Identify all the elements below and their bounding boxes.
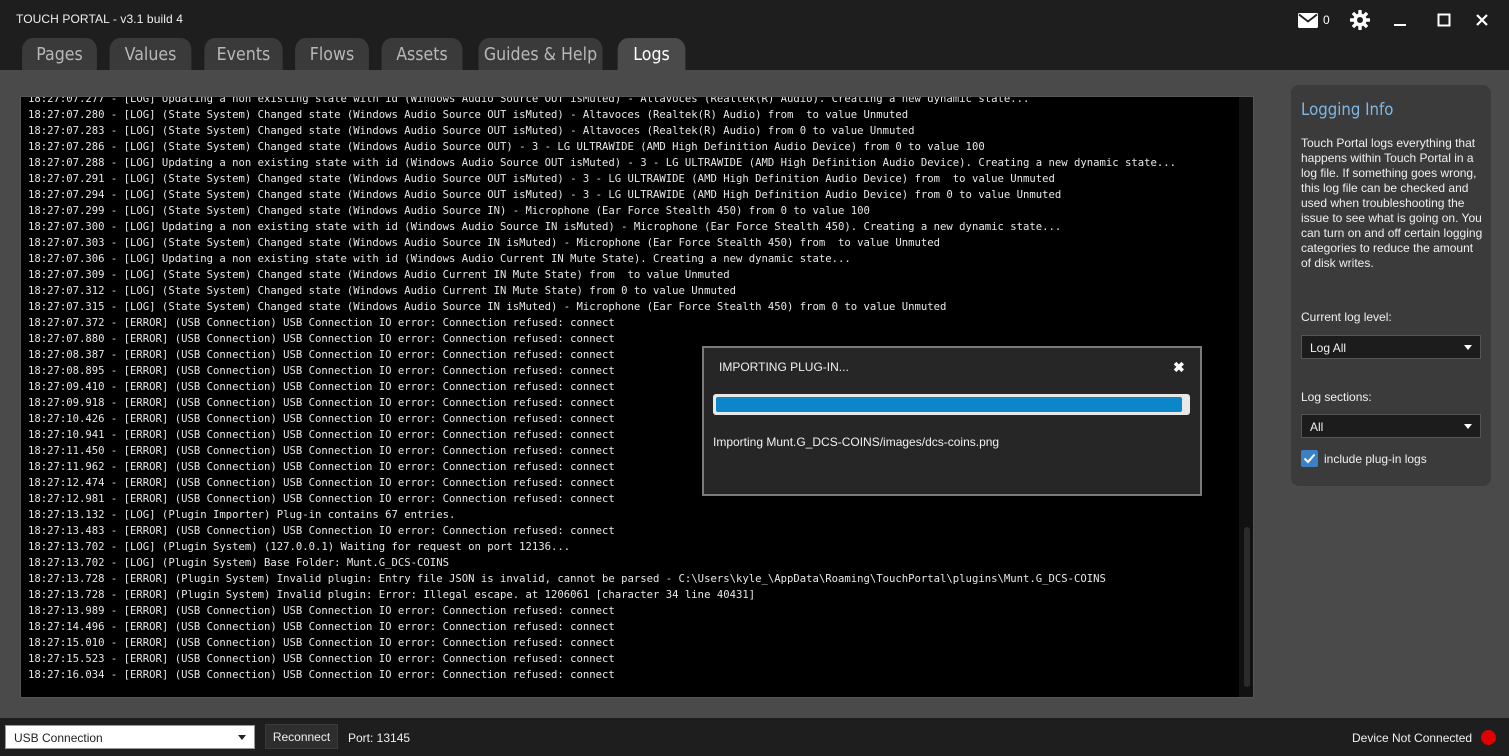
log-line: 18:27:13.483 - [ERROR] (USB Connection) … — [28, 525, 615, 537]
log-line: 18:27:13.989 - [ERROR] (USB Connection) … — [28, 605, 615, 617]
log-line: 18:27:07.315 - [LOG] (State System) Chan… — [28, 301, 947, 313]
log-line: 18:27:07.372 - [ERROR] (USB Connection) … — [28, 317, 615, 329]
log-line: 18:27:15.523 - [ERROR] (USB Connection) … — [28, 653, 615, 665]
log-line: 18:27:07.312 - [LOG] (State System) Chan… — [28, 285, 736, 297]
close-icon[interactable] — [1472, 8, 1492, 32]
maximize-icon[interactable] — [1434, 8, 1454, 32]
tab-logs[interactable]: Logs — [617, 38, 686, 70]
log-line: 18:27:15.010 - [ERROR] (USB Connection) … — [28, 637, 615, 649]
device-status-text: Device Not Connected — [1352, 731, 1473, 745]
log-line: 18:27:07.303 - [LOG] (State System) Chan… — [28, 237, 941, 249]
port-text: Port: 13145 — [348, 731, 411, 745]
log-line: 18:27:07.291 - [LOG] (State System) Chan… — [28, 173, 1055, 185]
import-progress-fill — [716, 397, 1182, 412]
checkmark-icon — [1303, 453, 1316, 464]
chevron-down-icon — [238, 735, 246, 740]
log-line: 18:27:07.299 - [LOG] (State System) Chan… — [28, 205, 870, 217]
tab-flows[interactable]: Flows — [295, 38, 369, 70]
device-status-indicator — [1481, 730, 1496, 745]
log-line: 18:27:07.283 - [LOG] (State System) Chan… — [28, 125, 915, 137]
logging-info-title: Logging Info — [1301, 100, 1394, 120]
log-level-value: Log All — [1310, 341, 1347, 355]
include-plugin-logs-checkbox[interactable] — [1301, 450, 1318, 467]
import-progress-bar — [713, 394, 1190, 415]
import-plugin-dialog: IMPORTING PLUG-IN... ✖ Importing Munt.G_… — [702, 346, 1202, 496]
log-line: 18:27:07.294 - [LOG] (State System) Chan… — [28, 189, 1062, 201]
log-line: 18:27:13.728 - [ERROR] (Plugin System) I… — [28, 589, 756, 601]
status-bar: USB Connection Reconnect Port: 13145 Dev… — [0, 718, 1509, 756]
connection-type-select[interactable]: USB Connection — [5, 725, 255, 749]
log-scrollbar-thumb[interactable] — [1244, 527, 1250, 687]
include-plugin-logs-label: include plug-in logs — [1324, 452, 1427, 466]
log-sections-label: Log sections: — [1301, 390, 1372, 404]
connection-type-value: USB Connection — [14, 731, 103, 745]
import-status-text: Importing Munt.G_DCS-COINS/images/dcs-co… — [713, 435, 1000, 449]
close-icon[interactable]: ✖ — [1173, 359, 1185, 376]
chevron-down-icon — [1464, 345, 1472, 350]
log-level-select[interactable]: Log All — [1301, 335, 1481, 359]
log-line: 18:27:14.496 - [ERROR] (USB Connection) … — [28, 621, 615, 633]
log-line: 18:27:07.286 - [LOG] (State System) Chan… — [28, 141, 985, 153]
tab-events[interactable]: Events — [204, 38, 283, 70]
log-line: 18:27:07.277 - [LOG] Updating a non exis… — [28, 96, 1030, 105]
dialog-title: IMPORTING PLUG-IN... — [719, 360, 849, 374]
reconnect-button[interactable]: Reconnect — [265, 724, 338, 749]
log-line: 18:27:07.309 - [LOG] (State System) Chan… — [28, 269, 730, 281]
log-line: 18:27:13.702 - [LOG] (Plugin System) (12… — [28, 541, 571, 553]
tab-guides-help[interactable]: Guides & Help — [478, 38, 603, 70]
app-title: TOUCH PORTAL - v3.1 build 4 — [16, 12, 183, 26]
log-line: 18:27:07.300 - [LOG] Updating a non exis… — [28, 221, 1062, 233]
log-line: 18:27:07.880 - [ERROR] (USB Connection) … — [28, 333, 615, 345]
chevron-down-icon — [1464, 424, 1472, 429]
gear-icon[interactable] — [1348, 8, 1372, 32]
log-level-label: Current log level: — [1301, 310, 1392, 324]
log-line: 18:27:07.288 - [LOG] Updating a non exis… — [28, 157, 1177, 169]
log-line: 18:27:07.306 - [LOG] Updating a non exis… — [28, 253, 851, 265]
logging-info-panel: Logging Info Touch Portal logs everythin… — [1291, 85, 1491, 486]
mail-icon[interactable] — [1297, 8, 1319, 32]
log-line: 18:27:13.728 - [ERROR] (Plugin System) I… — [28, 573, 1106, 585]
log-line: 18:27:07.280 - [LOG] (State System) Chan… — [28, 109, 909, 121]
log-scrollbar[interactable] — [1239, 97, 1253, 697]
title-bar: TOUCH PORTAL - v3.1 build 4 0 — [0, 0, 1509, 38]
minimize-icon[interactable] — [1390, 8, 1410, 32]
log-sections-value: All — [1310, 420, 1324, 434]
logging-info-description: Touch Portal logs everything that happen… — [1301, 136, 1483, 270]
log-line: 18:27:13.132 - [LOG] (Plugin Importer) P… — [28, 509, 456, 521]
tab-bar: Pages Values Events Flows Assets Guides … — [0, 38, 1509, 70]
log-line: 18:27:13.702 - [LOG] (Plugin System) Bas… — [28, 557, 449, 569]
log-sections-select[interactable]: All — [1301, 414, 1481, 438]
mail-count: 0 — [1323, 13, 1330, 27]
tab-values[interactable]: Values — [109, 38, 192, 70]
tab-pages[interactable]: Pages — [22, 38, 97, 70]
log-line: 18:27:16.034 - [ERROR] (USB Connection) … — [28, 669, 615, 681]
tab-assets[interactable]: Assets — [381, 38, 463, 70]
